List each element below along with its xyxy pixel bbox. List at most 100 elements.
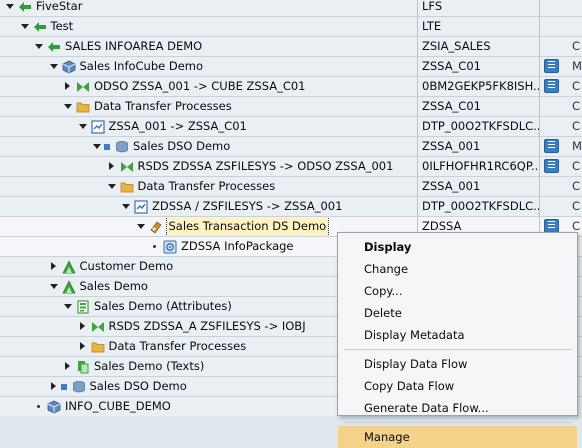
tree-node[interactable]: Data Transfer Processes: [77, 337, 247, 356]
tree-node[interactable]: SALES INFOAREA DEMO: [33, 37, 202, 56]
tree-node[interactable]: Data Transfer Processes: [62, 97, 232, 116]
tree-row[interactable]: Sales InfoCube Demo ZSSA_C01 M: [0, 57, 582, 77]
menu-item-copy[interactable]: Copy...: [338, 280, 577, 302]
tree-node[interactable]: Sales InfoCube Demo: [48, 57, 204, 76]
tree-node-label[interactable]: Sales Demo (Texts): [94, 357, 204, 376]
collapse-arrow-icon[interactable]: [106, 177, 118, 196]
collapse-arrow-icon[interactable]: [91, 137, 103, 156]
tree-node-label[interactable]: FiveStar: [36, 0, 82, 16]
tree-node[interactable]: ZDSSA / ZSFILESYS -> ZSSA_001: [120, 197, 342, 216]
menu-item-change[interactable]: Change: [338, 258, 577, 280]
tree-node-label[interactable]: ZDSSA / ZSFILESYS -> ZSSA_001: [152, 197, 342, 216]
properties-button-icon[interactable]: [544, 59, 559, 73]
expand-arrow-icon[interactable]: [106, 157, 118, 176]
tree-node-label[interactable]: ZSSA_001 -> ZSSA_C01: [109, 117, 247, 136]
collapse-arrow-icon[interactable]: [19, 17, 31, 36]
menu-item-manage[interactable]: Manage: [338, 426, 577, 448]
tree-row[interactable]: FiveStar LFS: [0, 0, 582, 17]
menu-item-copy-data-flow[interactable]: Copy Data Flow: [338, 375, 577, 397]
tree-node-cell: Data Transfer Processes: [0, 97, 418, 116]
tree-node[interactable]: RSDS ZDSSA ZSFILESYS -> ODSO ZSSA_001: [106, 157, 394, 176]
tree-node-label[interactable]: RSDS ZDSSA ZSFILESYS -> ODSO ZSSA_001: [138, 157, 394, 176]
transformation-icon: [91, 320, 105, 334]
tree-node-label[interactable]: Sales InfoCube Demo: [80, 57, 204, 76]
tree-node-label[interactable]: Sales Demo: [80, 277, 148, 296]
tree-node-label[interactable]: ODSO ZSSA_001 -> CUBE ZSSA_C01: [94, 77, 306, 96]
tree-node[interactable]: Data Transfer Processes: [106, 177, 276, 196]
collapse-arrow-icon[interactable]: [120, 197, 132, 216]
tree-row[interactable]: ZSSA_001 -> ZSSA_C01 DTP_00O2TKFSDLC... C: [0, 117, 582, 137]
collapse-arrow-icon[interactable]: [62, 297, 74, 316]
properties-button-icon[interactable]: [544, 139, 559, 153]
tree-node[interactable]: ZSSA_001 -> ZSSA_C01: [77, 117, 247, 136]
properties-button-icon[interactable]: [544, 219, 559, 233]
tree-node[interactable]: Sales DSO Demo: [48, 377, 187, 396]
technical-name-cell: 0ILFHOFHR1RC6QP...: [419, 157, 540, 176]
technical-name-cell: DTP_00O2TKFSDLC...: [419, 197, 540, 216]
tree-row[interactable]: Data Transfer Processes ZSSA_001 C: [0, 177, 582, 197]
tree-row[interactable]: Test LTE: [0, 17, 582, 37]
collapse-arrow-icon[interactable]: [77, 117, 89, 136]
tree-row[interactable]: SALES INFOAREA DEMO ZSIA_SALES C: [0, 37, 582, 57]
properties-button-icon[interactable]: [544, 79, 559, 93]
action-cell: [541, 0, 571, 16]
tree-node[interactable]: Sales Demo (Attributes): [62, 297, 232, 316]
tree-node-cell: Data Transfer Processes: [0, 177, 418, 196]
tree-node[interactable]: FiveStar: [4, 0, 82, 16]
tree-node-label[interactable]: Sales Transaction DS Demo: [165, 217, 330, 236]
tree-node-label[interactable]: Sales DSO Demo: [90, 377, 187, 396]
expand-arrow-icon[interactable]: [48, 257, 60, 276]
tree-node-label[interactable]: Sales DSO Demo: [133, 137, 230, 156]
context-menu: Display Change Copy... Delete Display Metada…: [337, 232, 578, 448]
menu-item-display[interactable]: Display: [338, 236, 577, 258]
properties-button-icon[interactable]: [544, 159, 559, 173]
tree-row[interactable]: ZDSSA / ZSFILESYS -> ZSSA_001 DTP_00O2TKF…: [0, 197, 582, 217]
tree-node-label[interactable]: Data Transfer Processes: [138, 177, 276, 196]
expand-arrow-icon[interactable]: [62, 77, 74, 96]
expand-arrow-icon[interactable]: [62, 357, 74, 376]
tree-node[interactable]: Sales Demo (Texts): [62, 357, 204, 376]
tree-node-label[interactable]: INFO_CUBE_DEMO: [65, 397, 171, 416]
transformation-icon: [76, 80, 90, 94]
collapse-arrow-icon[interactable]: [4, 0, 16, 16]
collapse-arrow-icon[interactable]: [33, 37, 45, 56]
tree-node[interactable]: Sales DSO Demo: [91, 137, 230, 156]
tree-node[interactable]: Sales Transaction DS Demo: [135, 217, 330, 236]
collapse-arrow-icon[interactable]: [62, 97, 74, 116]
tree-row[interactable]: ODSO ZSSA_001 -> CUBE ZSSA_C01 0BM2GEKP5F…: [0, 77, 582, 97]
tree-node[interactable]: Sales Demo: [48, 277, 148, 296]
tree-node-label[interactable]: Customer Demo: [80, 257, 174, 276]
tree-row[interactable]: Data Transfer Processes ZSSA_C01 C: [0, 97, 582, 117]
tree-node-label[interactable]: RSDS ZDSSA_A ZSFILESYS -> IOBJ: [109, 317, 306, 336]
technical-name-cell: ZSSA_001: [419, 137, 540, 156]
tree-node-label[interactable]: ZDSSA InfoPackage: [181, 237, 294, 256]
tree-node[interactable]: ODSO ZSSA_001 -> CUBE ZSSA_C01: [62, 77, 306, 96]
tree-node-label[interactable]: SALES INFOAREA DEMO: [65, 37, 202, 56]
infocube-icon: [62, 60, 76, 74]
expand-arrow-icon[interactable]: [48, 377, 60, 396]
menu-item-delete[interactable]: Delete: [338, 302, 577, 324]
tree-node[interactable]: INFO_CUBE_DEMO: [33, 397, 171, 416]
menu-item-display-metadata[interactable]: Display Metadata: [338, 324, 577, 346]
tree-node[interactable]: Customer Demo: [48, 257, 174, 276]
tree-node-label[interactable]: Sales Demo (Attributes): [94, 297, 232, 316]
collapse-arrow-icon[interactable]: [135, 217, 147, 236]
expand-arrow-icon[interactable]: [77, 317, 89, 336]
tree-node-cell: RSDS ZDSSA ZSFILESYS -> ODSO ZSSA_001: [0, 157, 418, 176]
action-cell: [541, 37, 571, 56]
leaf-bullet-icon: [33, 397, 45, 416]
tree-node-label[interactable]: Test: [51, 17, 74, 36]
tree-node[interactable]: RSDS ZDSSA_A ZSFILESYS -> IOBJ: [77, 317, 306, 336]
tree-row[interactable]: Sales DSO Demo ZSSA_001 M: [0, 137, 582, 157]
tree-row[interactable]: RSDS ZDSSA ZSFILESYS -> ODSO ZSSA_001 0IL…: [0, 157, 582, 177]
collapse-arrow-icon[interactable]: [48, 277, 60, 296]
expand-arrow-icon[interactable]: [77, 337, 89, 356]
tree-node[interactable]: Test: [19, 17, 74, 36]
tree-node-label[interactable]: Data Transfer Processes: [94, 97, 232, 116]
folder-icon: [91, 340, 105, 354]
menu-item-display-data-flow[interactable]: Display Data Flow: [338, 353, 577, 375]
collapse-arrow-icon[interactable]: [48, 57, 60, 76]
tree-node-label[interactable]: Data Transfer Processes: [109, 337, 247, 356]
type-cell: M: [572, 59, 582, 73]
tree-node[interactable]: ZDSSA InfoPackage: [149, 237, 294, 256]
